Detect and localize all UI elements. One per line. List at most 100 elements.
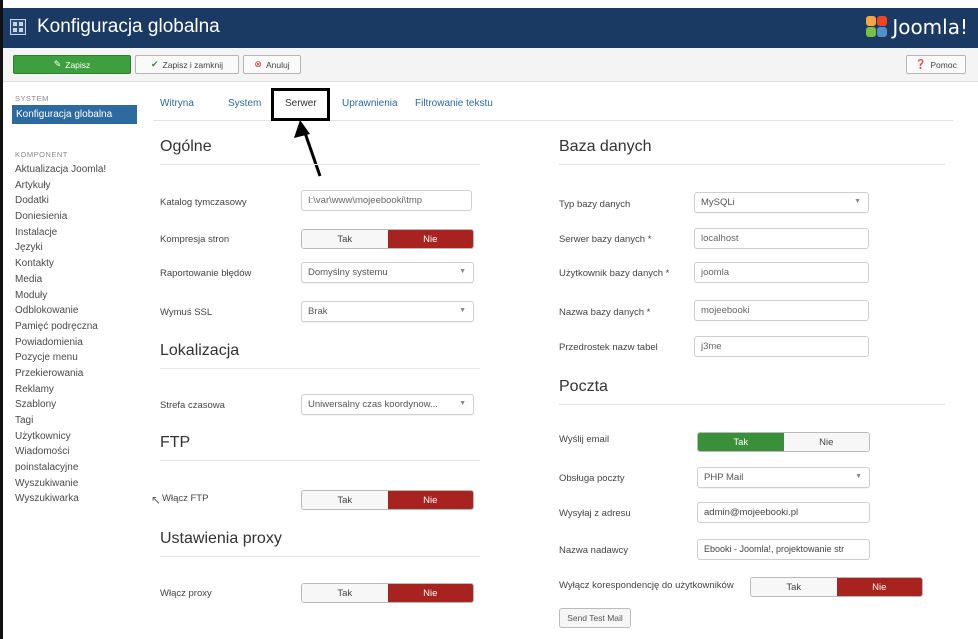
proxy-yes[interactable]: Tak — [302, 584, 388, 602]
db-type-value: MySQLi — [701, 197, 735, 208]
db-prefix-input[interactable]: j3me — [694, 336, 869, 357]
toolbar: ✎ Zapisz ✔ Zapisz i zamknij ⊗ Anuluj ❓ P… — [3, 48, 978, 82]
sidebar-item[interactable]: Tagi — [12, 413, 137, 429]
section-divider — [559, 164, 945, 165]
sidebar-item[interactable]: Języki — [12, 240, 137, 256]
tab-site[interactable]: Witryna — [160, 98, 194, 109]
sidebar-item[interactable]: Aktualizacja Joomla! — [12, 162, 137, 178]
ssl-value: Brak — [308, 306, 328, 317]
db-type-select[interactable]: MySQLi ▼ — [694, 192, 869, 213]
section-divider — [559, 404, 945, 405]
section-general: Ogólne — [160, 138, 212, 155]
sidebar-item[interactable]: Odblokowanie — [12, 303, 137, 319]
timezone-value: Uniwersalny czas koordynow... — [308, 399, 438, 410]
sidebar-item[interactable]: Powiadomienia — [12, 335, 137, 351]
sidebar-item[interactable]: Wyszukiwarka — [12, 491, 137, 507]
sidebar-item[interactable]: Instalacje — [12, 225, 137, 241]
timezone-label: Strefa czasowa — [160, 400, 225, 411]
proxy-enable-label: Włącz proxy — [160, 588, 212, 599]
save-button[interactable]: ✎ Zapisz — [13, 55, 131, 74]
db-prefix-label: Przedrostek nazw tabel — [559, 342, 658, 353]
help-label: Pomoc — [930, 59, 957, 70]
ssl-select[interactable]: Brak ▼ — [301, 301, 474, 322]
help-button[interactable]: ❓ Pomoc — [906, 55, 966, 74]
help-icon: ❓ — [915, 59, 927, 69]
db-name-label: Nazwa bazy danych * — [559, 307, 651, 318]
sender-name-input[interactable]: Ebooki - Joomla!, projektowanie str — [697, 539, 870, 560]
db-type-label: Typ bazy danych — [559, 199, 631, 210]
db-server-label: Serwer bazy danych * — [559, 234, 652, 245]
mail-send-no[interactable]: Nie — [783, 433, 869, 451]
mail-send-label: Wyślij email — [559, 434, 610, 445]
proxy-no[interactable]: Nie — [387, 584, 473, 602]
compression-no[interactable]: Nie — [387, 230, 473, 248]
db-user-label: Użytkownik bazy danych * — [559, 268, 670, 279]
tab-system[interactable]: System — [228, 98, 261, 109]
sidebar-item[interactable]: Doniesienia — [12, 209, 137, 225]
mail-from-label: Wysyłaj z adresu — [559, 508, 631, 519]
sidebar-item[interactable]: Media — [12, 272, 137, 288]
sender-name-label: Nazwa nadawcy — [559, 545, 629, 556]
mail-disable-yes[interactable]: Tak — [751, 578, 837, 596]
save-close-label: Zapisz i zamknij — [162, 59, 223, 70]
mailer-value: PHP Mail — [704, 472, 744, 483]
sidebar: SYSTEM Konfiguracja globalna KOMPONENT A… — [12, 94, 137, 507]
db-user-input[interactable]: joomla — [694, 262, 869, 283]
joomla-logo: Joomla! — [866, 15, 968, 39]
sidebar-item[interactable]: Wyszukiwanie — [12, 476, 137, 492]
grid-icon — [10, 19, 26, 35]
db-server-input[interactable]: localhost — [694, 228, 869, 249]
proxy-toggle[interactable]: Tak Nie — [301, 583, 474, 603]
sidebar-item[interactable]: Kontakty — [12, 256, 137, 272]
error-report-value: Domyślny systemu — [308, 267, 388, 278]
temp-dir-input[interactable]: I:\var\www\mojeebooki\tmp — [301, 190, 472, 211]
ssl-label: Wymuś SSL — [160, 307, 213, 318]
logo-text: Joomla! — [892, 15, 968, 39]
section-divider — [160, 460, 480, 461]
sidebar-item[interactable]: Pamięć podręczna — [12, 319, 137, 335]
tab-text-filters[interactable]: Filtrowanie tekstu — [415, 98, 493, 109]
ftp-toggle[interactable]: Tak Nie — [301, 490, 474, 510]
sidebar-component-list: KOMPONENT Aktualizacja Joomla! Artykuły Do… — [12, 150, 137, 507]
section-mail: Poczta — [559, 378, 608, 395]
mail-disable-toggle[interactable]: Tak Nie — [750, 577, 923, 597]
sidebar-item[interactable]: Wiadomości — [12, 444, 137, 460]
mouse-cursor-icon: ↖ — [151, 493, 162, 507]
sidebar-item[interactable]: Przekierowania — [12, 366, 137, 382]
sidebar-item[interactable]: Moduły — [12, 288, 137, 304]
send-test-mail-button[interactable]: Send Test Mail — [559, 608, 631, 628]
sidebar-item-global-config[interactable]: Konfiguracja globalna — [12, 105, 137, 124]
sidebar-item[interactable]: Użytkownicy — [12, 429, 137, 445]
sidebar-item[interactable]: Dodatki — [12, 193, 137, 209]
ftp-no[interactable]: Nie — [387, 491, 473, 509]
mailer-select[interactable]: PHP Mail ▼ — [697, 467, 870, 488]
ftp-enable-label: Włącz FTP — [162, 493, 209, 504]
compression-yes[interactable]: Tak — [302, 230, 388, 248]
section-ftp: FTP — [160, 434, 191, 451]
sidebar-item[interactable]: Reklamy — [12, 382, 137, 398]
mail-from-input[interactable]: admin@mojeebooki.pl — [697, 502, 870, 523]
sidebar-item[interactable]: Pozycje menu — [12, 350, 137, 366]
error-report-select[interactable]: Domyślny systemu ▼ — [301, 262, 474, 283]
mail-disable-no[interactable]: Nie — [836, 578, 922, 596]
section-locale: Lokalizacja — [160, 342, 240, 359]
mailer-label: Obsługa poczty — [559, 473, 625, 484]
sidebar-item[interactable]: Szablony — [12, 397, 137, 413]
save-close-button[interactable]: ✔ Zapisz i zamknij — [135, 55, 239, 74]
caret-down-icon: ▼ — [854, 198, 861, 205]
cancel-icon: ⊗ — [254, 59, 262, 69]
timezone-select[interactable]: Uniwersalny czas koordynow... ▼ — [301, 394, 474, 415]
compression-toggle[interactable]: Tak Nie — [301, 229, 474, 249]
mail-disable-label: Wyłącz korespondencję do użytkowników — [559, 580, 734, 591]
highlight-box — [271, 88, 330, 121]
cancel-button[interactable]: ⊗ Anuluj — [243, 55, 301, 74]
ftp-yes[interactable]: Tak — [302, 491, 388, 509]
sidebar-item[interactable]: Artykuły — [12, 178, 137, 194]
section-database: Baza danych — [559, 138, 652, 155]
mail-send-yes[interactable]: Tak — [698, 433, 784, 451]
tab-permissions[interactable]: Uprawnienia — [342, 98, 398, 109]
mail-send-toggle[interactable]: Tak Nie — [697, 432, 870, 452]
joomla-logo-icon — [866, 16, 888, 38]
sidebar-item[interactable]: poinstalacyjne — [12, 460, 137, 476]
db-name-input[interactable]: mojeebooki — [694, 300, 869, 321]
